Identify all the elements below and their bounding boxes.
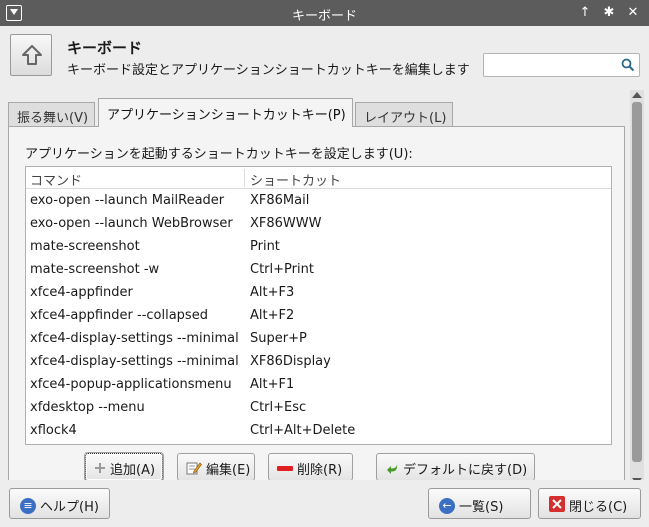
row-command: exo-open --launch WebBrowser	[30, 216, 233, 231]
tab-application-shortcuts[interactable]: アプリケーションショートカットキー(P)	[98, 98, 353, 127]
search-field[interactable]	[483, 53, 640, 77]
edit-button-label: 編集(E)	[206, 463, 251, 478]
edit-button[interactable]: 編集(E)	[177, 453, 255, 481]
row-shortcut: Ctrl+Esc	[250, 400, 307, 415]
search-input[interactable]	[488, 55, 618, 75]
row-command: xfce4-display-settings --minimal	[30, 331, 239, 346]
title-bar: キーボード ↑ ✱ ✕	[0, 0, 649, 26]
keep-above-button[interactable]: ↑	[576, 4, 594, 22]
table-row[interactable]: mate-screenshot Print	[26, 236, 611, 259]
shortcuts-panel: アプリケーションを起動するショートカットキーを設定します(U): コマンド ショ…	[8, 126, 625, 488]
table-row[interactable]: xfce4-appfinder --collapsed Alt+F2	[26, 305, 611, 328]
close-button[interactable]: 閉じる(C)	[538, 488, 641, 519]
table-row[interactable]: xfdesktop --menu Ctrl+Esc	[26, 397, 611, 420]
table-row[interactable]: exo-open --launch MailReader XF86Mail	[26, 190, 611, 213]
help-button-label: ヘルプ(H)	[40, 500, 99, 515]
reset-defaults-button[interactable]: デフォルトに戻す(D)	[376, 453, 535, 481]
tab-layout[interactable]: レイアウト(L)	[355, 102, 453, 126]
overview-button[interactable]: ← 一覧(S)	[428, 488, 531, 519]
table-row[interactable]: mate-screenshot -w Ctrl+Print	[26, 259, 611, 282]
row-shortcut: XF86Display	[250, 354, 331, 369]
vertical-scrollbar[interactable]	[630, 90, 644, 488]
scroll-up-arrow-icon[interactable]	[632, 92, 642, 98]
row-command: mate-screenshot	[30, 239, 140, 254]
pencil-icon	[186, 461, 202, 479]
row-command: exo-open --launch MailReader	[30, 193, 225, 208]
undo-arrow-icon	[385, 462, 399, 478]
scroll-thumb[interactable]	[632, 102, 642, 462]
table-row[interactable]: xfce4-display-settings --minimal Super+P	[26, 328, 611, 351]
row-shortcut: Alt+F1	[250, 377, 295, 392]
tab-behavior[interactable]: 振る舞い(V)	[8, 102, 95, 126]
row-shortcut: XF86WWW	[250, 216, 322, 231]
row-shortcut: Super+P	[250, 331, 307, 346]
add-button[interactable]: 追加(A)	[85, 453, 163, 481]
row-command: xfce4-display-settings --minimal	[30, 354, 239, 369]
back-arrow-icon: ←	[439, 497, 455, 514]
magnifier-icon[interactable]	[621, 58, 635, 76]
row-shortcut: Ctrl+Alt+Delete	[250, 423, 356, 438]
maximize-button[interactable]: ✱	[600, 4, 618, 22]
column-header-shortcut[interactable]: ショートカット	[250, 170, 341, 189]
row-command: xfdesktop --menu	[30, 400, 145, 415]
header-subtitle: キーボード設定とアプリケーションショートカットキーを編集します	[67, 63, 470, 78]
dialog-button-bar: ≡ ヘルプ(H) ← 一覧(S) 閉じる(C)	[0, 480, 649, 527]
table-row[interactable]: xfce4-appfinder Alt+F3	[26, 282, 611, 305]
help-icon: ≡	[20, 497, 36, 514]
row-shortcut: XF86Mail	[250, 193, 310, 208]
help-button[interactable]: ≡ ヘルプ(H)	[9, 488, 110, 519]
row-shortcut: Print	[250, 239, 280, 254]
row-command: xfce4-popup-applicationsmenu	[30, 377, 232, 392]
table-row[interactable]: xfce4-display-settings --minimal XF86Dis…	[26, 351, 611, 374]
add-button-label: 追加(A)	[110, 463, 156, 478]
row-command: xfce4-appfinder --collapsed	[30, 308, 208, 323]
column-header-command[interactable]: コマンド	[30, 170, 82, 189]
minus-icon	[277, 462, 293, 477]
dialog-header: キーボード キーボード設定とアプリケーションショートカットキーを編集します	[0, 26, 649, 90]
close-icon	[549, 495, 565, 516]
row-command: xflock4	[30, 423, 77, 438]
delete-button[interactable]: 削除(R)	[268, 453, 353, 481]
table-row[interactable]: xfce4-popup-applicationsmenu Alt+F1	[26, 374, 611, 397]
arrow-up-key-icon	[10, 34, 52, 76]
row-shortcut: Alt+F2	[250, 308, 295, 323]
row-command: xfce4-appfinder	[30, 285, 133, 300]
header-title: キーボード	[67, 39, 143, 57]
window-title: キーボード	[291, 9, 357, 24]
close-window-button[interactable]: ✕	[624, 4, 642, 22]
close-button-label: 閉じる(C)	[569, 500, 628, 515]
shortcuts-label: アプリケーションを起動するショートカットキーを設定します(U):	[25, 147, 413, 162]
row-shortcut: Alt+F3	[250, 285, 295, 300]
list-header: コマンド ショートカット	[26, 167, 611, 189]
row-shortcut: Ctrl+Print	[250, 262, 314, 277]
column-divider[interactable]	[244, 169, 245, 187]
overview-button-label: 一覧(S)	[459, 500, 504, 515]
delete-button-label: 削除(R)	[297, 463, 343, 478]
table-row[interactable]: exo-open --launch WebBrowser XF86WWW	[26, 213, 611, 236]
table-row[interactable]: xflock4 Ctrl+Alt+Delete	[26, 420, 611, 443]
row-command: mate-screenshot -w	[30, 262, 160, 277]
shortcut-list[interactable]: コマンド ショートカット exo-open --launch MailReade…	[25, 166, 612, 445]
reset-defaults-label: デフォルトに戻す(D)	[403, 463, 528, 478]
plus-icon	[94, 462, 106, 478]
